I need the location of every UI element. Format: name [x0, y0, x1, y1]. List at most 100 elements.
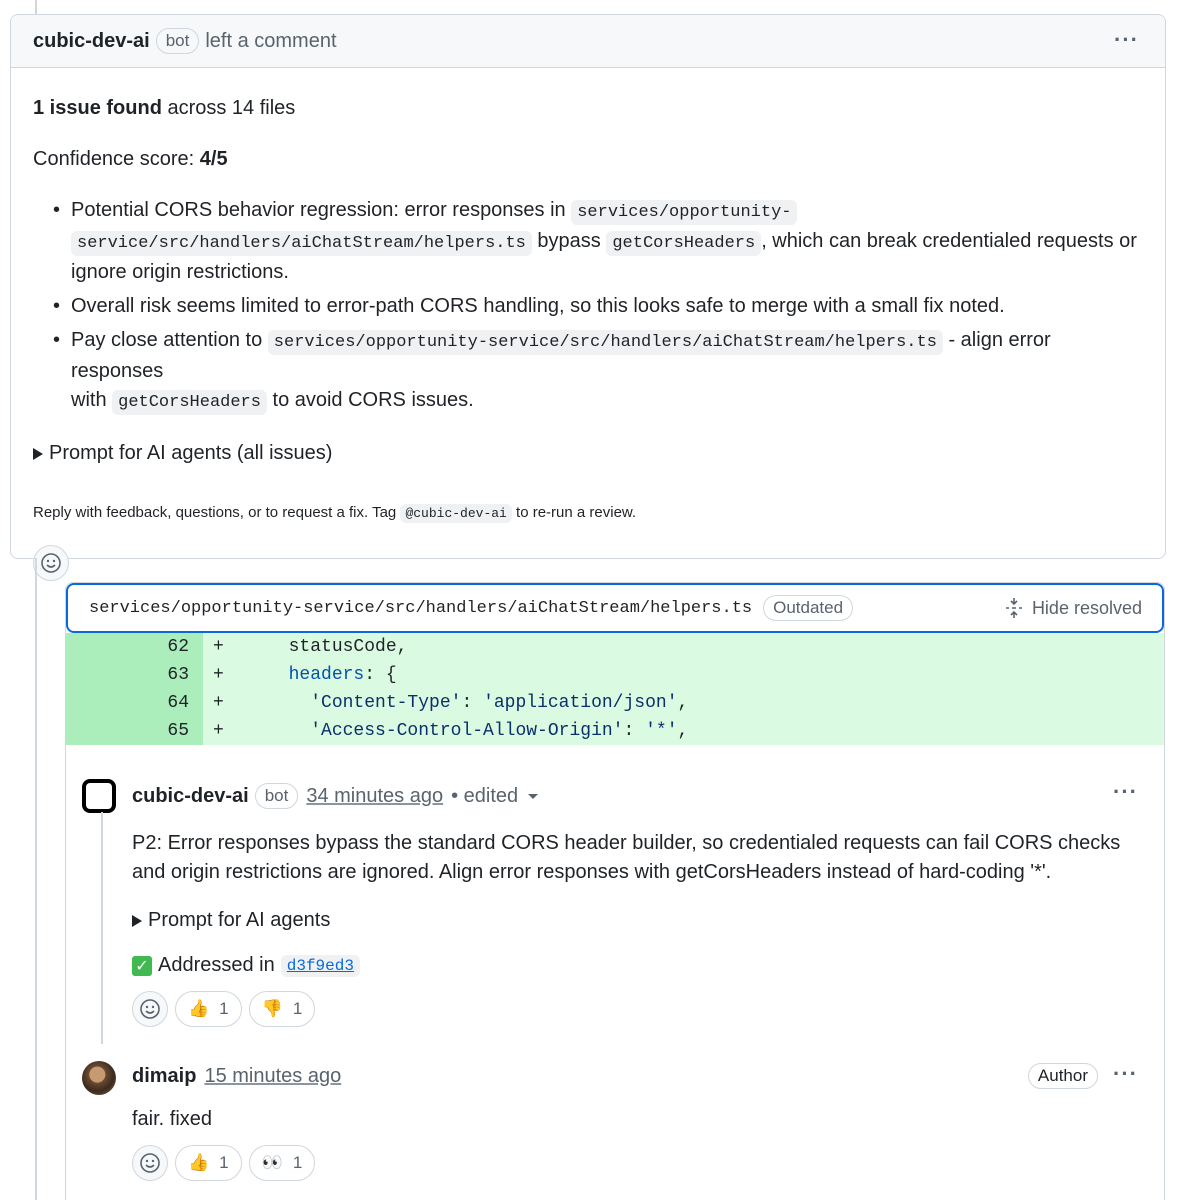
smiley-icon — [41, 553, 61, 573]
chevron-down-icon[interactable] — [528, 793, 539, 799]
smiley-icon — [140, 1153, 160, 1173]
outdated-badge: Outdated — [763, 595, 854, 621]
confidence-label: Confidence score: — [33, 148, 200, 170]
smiley-icon — [140, 999, 160, 1019]
eyes-reaction[interactable]: 👀 1 — [248, 1145, 316, 1181]
add-reaction-button[interactable] — [132, 1145, 168, 1181]
code-line: + statusCode, — [203, 633, 1164, 661]
edited-label[interactable]: • edited — [451, 785, 518, 808]
code-token: : — [623, 721, 646, 741]
bullet-text: Potential CORS behavior regression: erro… — [71, 199, 572, 221]
line-number[interactable]: 63 — [66, 661, 203, 689]
more-options-icon[interactable]: ··· — [1113, 1061, 1138, 1087]
code-token: 'application/json' — [483, 693, 678, 713]
prompt-details-toggle[interactable]: Prompt for AI agents — [132, 909, 1164, 932]
timeline-line — [35, 558, 37, 1200]
hide-resolved-button[interactable]: Hide resolved — [1004, 597, 1142, 619]
file-path[interactable]: services/opportunity-service/src/handler… — [89, 599, 752, 618]
list-item: Pay close attention to services/opportun… — [33, 326, 1143, 417]
code-token: 'Content-Type' — [310, 693, 462, 713]
addressed-status: ✓ Addressed in d3f9ed3 — [132, 954, 1164, 977]
comment-author[interactable]: cubic-dev-ai — [33, 30, 150, 53]
code-token: , — [677, 693, 689, 713]
details-label: Prompt for AI agents (all issues) — [49, 442, 333, 464]
prompt-details-toggle[interactable]: Prompt for AI agents (all issues) — [33, 439, 1143, 468]
review-comment: cubic-dev-ai bot 34 minutes ago • edited… — [66, 779, 1164, 1027]
diff-sign: + — [213, 693, 246, 713]
bot-badge: bot — [155, 28, 200, 54]
comment-body: 1 issue found across 14 files Confidence… — [11, 68, 1165, 583]
add-reaction-button[interactable] — [33, 545, 69, 581]
comment-author[interactable]: dimaip — [132, 1065, 196, 1088]
fold-icon — [1005, 598, 1022, 618]
file-path-code: services/opportunity-service/src/handler… — [267, 330, 943, 355]
author-badge: Author — [1027, 1063, 1098, 1089]
thumbs-up-reaction[interactable]: 👍 1 — [175, 1145, 242, 1181]
diff-line: 65 + 'Access-Control-Allow-Origin': '*', — [66, 717, 1164, 745]
code-token: statusCode, — [288, 637, 408, 657]
line-number[interactable]: 65 — [66, 717, 203, 745]
code-token: headers — [288, 665, 365, 685]
function-code: getCorsHeaders — [606, 231, 762, 256]
thread-connector-line — [101, 812, 103, 1044]
thread-file-header[interactable]: services/opportunity-service/src/handler… — [66, 583, 1164, 633]
issue-files: across 14 files — [161, 97, 296, 119]
code-line: + 'Content-Type': 'application/json', — [203, 689, 1164, 717]
line-number[interactable]: 64 — [66, 689, 203, 717]
thumbs-down-reaction[interactable]: 👎 1 — [248, 991, 316, 1027]
bullet-text: , which can break credentialed requests … — [761, 230, 1137, 252]
diff-hunk: 62 + statusCode, 63 + headers: {64 + 'Conten… — [66, 633, 1164, 745]
hide-resolved-label: Hide resolved — [1031, 597, 1142, 618]
code-token: 'Access-Control-Allow-Origin' — [310, 721, 624, 741]
list-item: Overall risk seems limited to error-path… — [33, 292, 1143, 321]
comment-line: and origin restrictions are ignored. Ali… — [132, 861, 1052, 883]
timeline-line — [35, 0, 37, 14]
list-item: Potential CORS behavior regression: erro… — [33, 196, 1143, 287]
comment-header: cubic-dev-ai bot left a comment ··· — [11, 15, 1165, 68]
reaction-count: 1 — [292, 999, 303, 1018]
avatar[interactable] — [82, 1061, 116, 1095]
function-code: getCorsHeaders — [112, 390, 267, 415]
commit-link[interactable]: d3f9ed3 — [280, 954, 360, 977]
reactions-bar: 👍 1 👀 1 — [132, 1145, 1164, 1181]
comment-timestamp[interactable]: 15 minutes ago — [204, 1065, 341, 1088]
comment-line: P2: Error responses bypass the standard … — [132, 832, 1121, 854]
reactions-bar: 👍 1 👎 1 — [132, 991, 1164, 1027]
line-number[interactable]: 62 — [66, 633, 203, 661]
diff-sign: + — [213, 637, 246, 657]
diff-line: 62 + statusCode, — [66, 633, 1164, 661]
code-line: + 'Access-Control-Allow-Origin': '*', — [203, 717, 1164, 745]
diff-sign: + — [213, 665, 246, 685]
comment-author[interactable]: cubic-dev-ai — [132, 785, 249, 808]
add-reaction-button[interactable] — [132, 991, 168, 1027]
bullet-text: bypass — [531, 230, 607, 252]
comment-text: P2: Error responses bypass the standard … — [132, 829, 1164, 887]
more-options-icon[interactable]: ··· — [1114, 27, 1139, 53]
more-options-icon[interactable]: ··· — [1113, 779, 1138, 805]
thumbs-up-reaction[interactable]: 👍 1 — [175, 991, 242, 1027]
confidence-score: Confidence score: 4/5 — [33, 145, 1143, 174]
code-line: + headers: { — [203, 661, 1164, 689]
thumbs-up-icon: 👍 — [188, 1153, 210, 1172]
disclosure-triangle-icon — [33, 447, 43, 460]
details-label: Prompt for AI agents — [148, 909, 331, 931]
comment-timestamp[interactable]: 34 minutes ago — [306, 785, 443, 808]
diff-sign: + — [213, 721, 246, 741]
addressed-label: Addressed in — [158, 954, 275, 976]
check-icon: ✓ — [132, 955, 152, 976]
issue-list: Potential CORS behavior regression: erro… — [33, 196, 1143, 417]
mention-tag: @cubic-dev-ai — [400, 504, 512, 523]
code-token: : { — [364, 665, 397, 685]
reply-note: Reply with feedback, questions, or to re… — [33, 502, 1143, 525]
avatar[interactable] — [82, 779, 116, 813]
reaction-count: 1 — [292, 1153, 303, 1172]
bullet-text: with — [71, 389, 113, 411]
reply-note-text: to re-run a review. — [511, 504, 637, 521]
bullet-text: to avoid CORS issues. — [266, 389, 474, 411]
file-path-code: service/src/handlers/aiChatStream/helper… — [71, 231, 532, 256]
comment-action-text: left a comment — [205, 29, 337, 52]
thumbs-up-icon: 👍 — [188, 999, 210, 1018]
